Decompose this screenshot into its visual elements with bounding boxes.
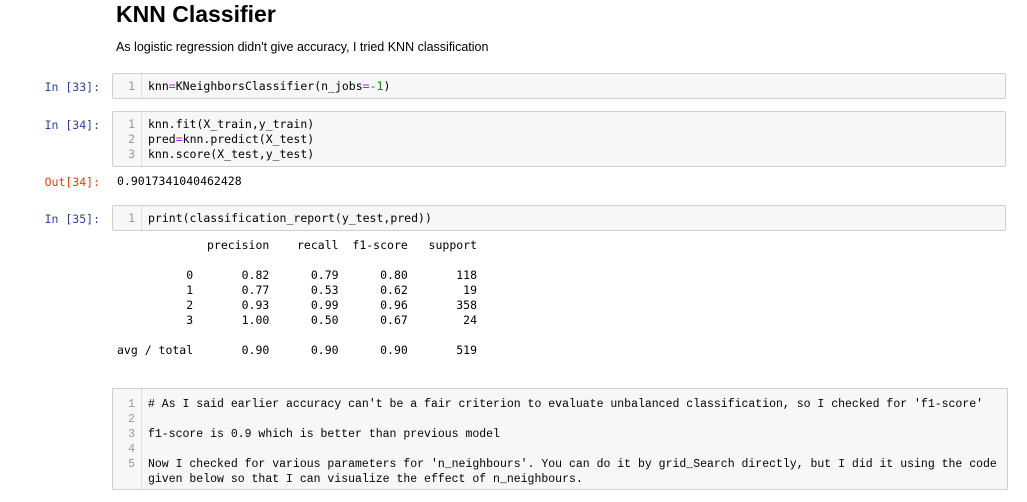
line-number: 3	[128, 147, 135, 161]
report-row-2: 2 0.93 0.99 0.96 358	[117, 298, 478, 312]
report-avg-total: avg / total 0.90 0.90 0.90 519	[117, 343, 478, 357]
page-title: KNN Classifier	[116, 1, 276, 27]
line-number: 4	[128, 443, 135, 456]
code-line: print(classification_report(y_test,pred)…	[148, 211, 432, 225]
line-number: 2	[128, 413, 135, 426]
intro-text: As logistic regression didn't give accur…	[116, 40, 489, 54]
report-row-3: 3 1.00 0.50 0.67 24	[117, 313, 478, 327]
code-cell-34[interactable]: 1 knn.fit(X_train,y_train) 2 pred=knn.pred…	[112, 111, 1006, 167]
code-cell-33[interactable]: 1 knn=KNeighborsClassifier(n_jobs=-1)	[112, 73, 1006, 99]
code-line: pred=knn.predict(X_test)	[148, 132, 315, 146]
prompt-in-33: In [33]:	[44, 80, 100, 94]
code-line: knn.fit(X_train,y_train)	[148, 117, 315, 131]
line-number: 1	[128, 79, 135, 93]
prompt-in-34: In [34]:	[44, 118, 100, 132]
line-number: 1	[128, 117, 135, 131]
line-number: 5	[128, 458, 135, 471]
markdown-cell[interactable]: 1 # As I said earlier accuracy can't be a…	[112, 388, 1008, 490]
markdown-line: # As I said earlier accuracy can't be a …	[148, 398, 984, 411]
code-line: knn.score(X_test,y_test)	[148, 147, 315, 161]
cell-output: 0.9017341040462428	[117, 174, 242, 188]
markdown-line: Now I checked for various parameters for…	[148, 458, 1004, 486]
notebook: KNN Classifier As logistic regression di…	[0, 0, 1027, 502]
prompt-out-34: Out[34]:	[44, 175, 100, 189]
prompt-in-35: In [35]:	[44, 212, 100, 226]
line-number: 1	[128, 211, 135, 225]
line-number: 2	[128, 132, 135, 146]
report-header: precision recall f1-score support	[117, 238, 478, 252]
line-number: 3	[128, 428, 135, 441]
markdown-line: f1-score is 0.9 which is better than pre…	[148, 428, 500, 441]
code-line: knn=KNeighborsClassifier(n_jobs=-1)	[148, 79, 391, 93]
report-row-0: 0 0.82 0.79 0.80 118	[117, 268, 478, 282]
line-number: 1	[128, 398, 135, 411]
report-row-1: 1 0.77 0.53 0.62 19	[117, 283, 478, 297]
classification-report: precision recall f1-score support 0 0.82…	[117, 238, 617, 363]
code-cell-35[interactable]: 1 print(classification_report(y_test,pred…	[112, 205, 1006, 231]
